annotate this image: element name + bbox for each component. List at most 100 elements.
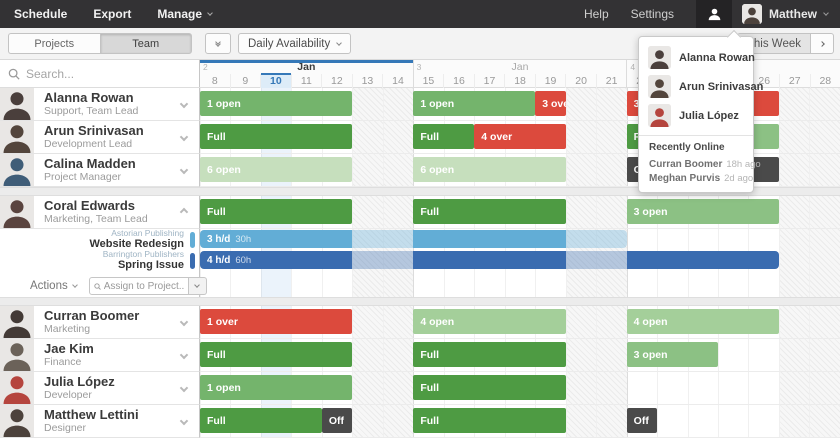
row-expand-chevron-down-icon[interactable] <box>180 318 188 326</box>
recently-online-title: Recently Online <box>639 142 753 157</box>
panel-person-arun-srinivasan[interactable]: Arun Srinivasan <box>639 72 753 101</box>
actions-menu[interactable]: Actions <box>30 280 77 292</box>
day-28[interactable]: 28 <box>811 74 840 88</box>
user-menu[interactable]: Matthew <box>742 4 828 24</box>
panel-person-avatar <box>648 75 671 98</box>
assign-project-input[interactable] <box>104 281 184 292</box>
person-row-curran-boomer[interactable]: Curran BoomerMarketing1 over4 open4 open <box>0 306 840 339</box>
nav-item-manage[interactable]: Manage <box>157 7 212 21</box>
collapse-all-button[interactable] <box>205 33 231 54</box>
panel-person-alanna-rowan[interactable]: Alanna Rowan <box>639 43 753 72</box>
toggle-team[interactable]: Team <box>100 33 193 54</box>
day-18[interactable]: 18 <box>505 74 536 88</box>
chevron-down-icon <box>336 40 342 46</box>
nav-item-schedule[interactable]: Schedule <box>14 7 67 21</box>
day-13[interactable]: 13 <box>353 74 384 88</box>
bar-label: Full <box>420 349 439 361</box>
day-14[interactable]: 14 <box>383 74 413 88</box>
project-bar-segment[interactable] <box>413 251 565 269</box>
person-name: Alanna Rowan <box>44 91 181 105</box>
availability-bar[interactable]: Full <box>200 199 352 224</box>
project-bar-segment[interactable]: 3 h/d30h <box>200 230 352 248</box>
availability-bar[interactable]: Full <box>200 342 352 367</box>
day-12[interactable]: 12 <box>322 74 353 88</box>
person-info: Matthew LettiniDesigner <box>44 408 181 434</box>
nav-item-export[interactable]: Export <box>93 7 131 21</box>
day-20[interactable]: 20 <box>566 74 597 88</box>
availability-bar[interactable]: Full <box>413 375 565 400</box>
day-10[interactable]: 10 <box>261 74 292 88</box>
day-21[interactable]: 21 <box>597 74 627 88</box>
availability-bar[interactable]: Full <box>200 124 352 149</box>
panel-recent-curran-boomer[interactable]: Curran Boomer18h ago <box>639 157 753 171</box>
availability-bar[interactable]: Full <box>413 342 565 367</box>
project-bar-segment[interactable] <box>352 251 413 269</box>
row-expand-chevron-down-icon[interactable] <box>180 100 188 108</box>
person-row-matthew-lettini[interactable]: Matthew LettiniDesignerFullOffFullOff <box>0 405 840 438</box>
availability-bar[interactable]: Off <box>322 408 352 433</box>
project-row-spring-issue: Barrington PublishersSpring Issue4 h/d60… <box>0 250 840 271</box>
availability-bar[interactable]: 1 open <box>200 375 352 400</box>
nav-item-help[interactable]: Help <box>584 7 609 21</box>
availability-bar[interactable]: Full <box>413 199 565 224</box>
person-grid-cell: Full Full 3 open <box>200 196 840 229</box>
availability-bar[interactable]: Off <box>627 408 657 433</box>
day-8[interactable]: 8 <box>200 74 231 88</box>
panel-recent-meghan-purvis[interactable]: Meghan Purvis2d ago <box>639 171 753 185</box>
person-row-jae-kim[interactable]: Jae KimFinance Full Full 3 open <box>0 339 840 372</box>
bar-label: 3 over <box>542 98 565 110</box>
next-week-button[interactable] <box>811 33 834 54</box>
day-11[interactable]: 11 <box>292 74 323 88</box>
availability-bar[interactable]: 3 open <box>627 342 718 367</box>
row-expand-chevron-down-icon[interactable] <box>180 384 188 392</box>
person-info: Jae KimFinance <box>44 342 181 368</box>
availability-bar[interactable]: 4 open <box>627 309 779 334</box>
availability-bar[interactable]: 1 open <box>200 91 352 116</box>
toggle-projects[interactable]: Projects <box>8 33 100 54</box>
bar-label: Full <box>420 415 439 427</box>
project-bar-segment[interactable]: 4 h/d60h <box>200 251 352 269</box>
actions-label: Actions <box>30 280 68 292</box>
availability-bar[interactable]: 1 over <box>200 309 352 334</box>
day-17[interactable]: 17 <box>475 74 506 88</box>
day-27[interactable]: 27 <box>780 74 811 88</box>
project-name[interactable]: Spring Issue <box>103 259 184 271</box>
availability-bar[interactable]: Full <box>413 124 474 149</box>
row-expand-chevron-down-icon[interactable] <box>180 417 188 425</box>
bar-label: 6 open <box>420 164 454 176</box>
availability-bar[interactable]: 3 over <box>535 91 565 116</box>
row-expand-chevron-down-icon[interactable] <box>180 351 188 359</box>
day-16[interactable]: 16 <box>444 74 475 88</box>
project-bar-segment[interactable] <box>566 251 627 269</box>
availability-bar[interactable]: 6 open <box>200 157 352 182</box>
person-row-coral-edwards[interactable]: Coral EdwardsMarketing, Team LeadFullFul… <box>0 196 840 229</box>
panel-person-julia-l-pez[interactable]: Julia López <box>639 101 753 130</box>
week-number: 4 <box>630 62 635 72</box>
row-expand-chevron-down-icon[interactable] <box>180 166 188 174</box>
person-avatar <box>0 154 34 186</box>
project-bar-segment[interactable] <box>627 251 779 269</box>
availability-bar[interactable]: Full <box>200 408 322 433</box>
availability-bar[interactable]: 6 open <box>413 157 565 182</box>
day-15[interactable]: 15 <box>414 74 445 88</box>
panel-person-avatar <box>648 46 671 69</box>
person-row-julia-l-pez[interactable]: Julia LópezDeveloper1 openFull <box>0 372 840 405</box>
project-bar-segment[interactable] <box>566 230 627 248</box>
row-expand-chevron-up-icon[interactable] <box>180 208 188 216</box>
availability-bar[interactable]: Full <box>413 408 565 433</box>
day-19[interactable]: 19 <box>536 74 567 88</box>
nav-item-settings[interactable]: Settings <box>631 7 674 21</box>
project-bar-segment[interactable] <box>352 230 413 248</box>
availability-bar[interactable]: 4 over <box>474 124 565 149</box>
availability-dropdown[interactable]: Daily Availability <box>238 33 351 54</box>
availability-bar[interactable]: 4 open <box>413 309 565 334</box>
recent-person-name: Meghan Purvis <box>649 173 720 184</box>
search-input[interactable] <box>26 67 176 81</box>
availability-bar[interactable]: 1 open <box>413 91 535 116</box>
bar-label: Full <box>420 382 439 394</box>
notifications-person-button[interactable] <box>696 0 732 28</box>
availability-bar[interactable]: 3 open <box>627 199 779 224</box>
day-9[interactable]: 9 <box>231 74 262 88</box>
project-bar-segment[interactable] <box>413 230 565 248</box>
row-expand-chevron-down-icon[interactable] <box>180 133 188 141</box>
